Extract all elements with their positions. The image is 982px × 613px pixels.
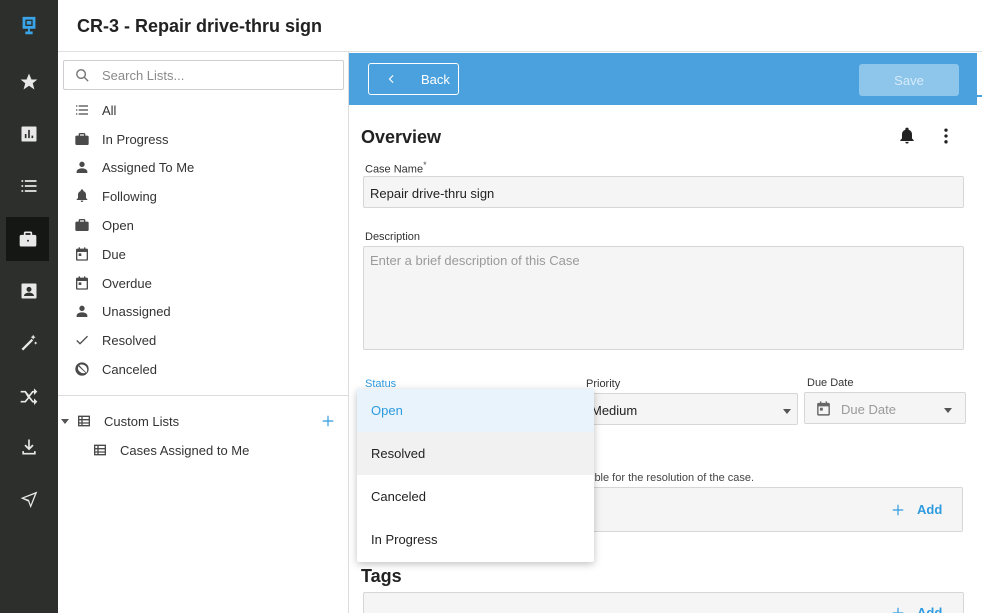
search-input[interactable]	[102, 65, 338, 85]
plus-icon	[322, 415, 334, 427]
list-item-label: Open	[102, 217, 134, 233]
list-icon[interactable]	[0, 164, 58, 208]
page-title: CR-3 - Repair drive-thru sign	[77, 16, 323, 36]
star-icon[interactable]	[0, 60, 58, 104]
case-name-label: Case Name*	[365, 160, 427, 176]
assignee-help-text: ible for the resolution of the case.	[592, 472, 755, 484]
list-item-label: All	[102, 102, 117, 118]
list-item-label: Canceled	[102, 361, 157, 377]
list-item-due[interactable]: Due	[74, 242, 126, 266]
add-tag-label: Add	[917, 605, 943, 613]
check-icon	[76, 335, 88, 345]
save-button[interactable]: Save	[859, 64, 959, 96]
briefcase-icon[interactable]	[6, 217, 49, 261]
list-item-open[interactable]: Open	[74, 213, 134, 237]
person-icon	[76, 161, 88, 173]
tags-title: Tags	[361, 566, 402, 586]
chart-icon[interactable]	[0, 112, 58, 156]
add-assignee-button[interactable]: Add	[891, 502, 942, 517]
follow-button[interactable]	[897, 126, 917, 146]
send-icon[interactable]	[0, 477, 58, 521]
add-label: Add	[917, 502, 943, 517]
back-button[interactable]: Back	[368, 63, 459, 95]
shuffle-icon[interactable]	[0, 373, 58, 417]
priority-value: Medium	[591, 403, 638, 418]
page-header: CR-3 - Repair drive-thru sign	[58, 0, 982, 52]
caret-down-icon	[783, 409, 791, 414]
due-date-placeholder: Due Date	[841, 402, 896, 417]
status-option-in-progress[interactable]: In Progress	[357, 518, 594, 561]
back-label: Back	[421, 71, 450, 87]
person-icon	[76, 305, 88, 317]
list-item-in-progress[interactable]: In Progress	[74, 127, 168, 151]
list-item-overdue[interactable]: Overdue	[74, 271, 152, 295]
status-dropdown: Open Resolved Canceled In Progress	[357, 389, 594, 562]
case-name-label-text: Case Name	[365, 163, 424, 176]
lists-panel: All In Progress Assigned To Me Following…	[58, 52, 349, 613]
add-tag-button[interactable]: Add	[891, 605, 942, 613]
briefcase-icon	[75, 133, 89, 145]
list-item-label: Following	[102, 188, 157, 204]
plus-icon	[892, 607, 904, 613]
app-rail	[0, 0, 58, 613]
status-option-canceled[interactable]: Canceled	[357, 475, 594, 518]
download-icon[interactable]	[0, 425, 58, 469]
list-item-label: Resolved	[102, 332, 157, 348]
required-mark: *	[423, 160, 427, 170]
case-name-field[interactable]: Repair drive-thru sign	[363, 176, 964, 208]
due-date-label: Due Date	[807, 377, 854, 389]
list-item-all[interactable]: All	[74, 98, 116, 122]
caret-down-icon[interactable]	[60, 416, 70, 426]
custom-lists-label: Custom Lists	[104, 413, 180, 429]
add-custom-list-button[interactable]	[319, 412, 337, 430]
caret-down-icon	[944, 408, 952, 413]
list-item-label: Overdue	[102, 275, 152, 291]
contact-icon[interactable]	[0, 269, 58, 313]
tab-indicator	[977, 53, 982, 105]
search-box[interactable]	[63, 60, 344, 90]
plus-icon	[892, 504, 904, 515]
list-item-label: Unassigned	[102, 303, 171, 319]
search-icon	[76, 69, 89, 82]
more-options-button[interactable]	[936, 126, 956, 146]
priority-select[interactable]: Medium	[584, 393, 798, 425]
detail-toolbar: Back Save	[349, 53, 977, 105]
table-list-icon	[94, 444, 106, 456]
calendar-icon	[76, 247, 88, 261]
tags-field: Add	[363, 592, 964, 613]
list-item-assigned-to-me[interactable]: Assigned To Me	[74, 155, 194, 179]
description-placeholder: Enter a brief description of this Case	[370, 253, 580, 268]
description-field[interactable]: Enter a brief description of this Case	[363, 246, 964, 350]
list-item-label: Due	[102, 246, 126, 262]
calendar-icon	[76, 276, 88, 290]
list-item-canceled[interactable]: Canceled	[74, 357, 157, 381]
table-list-icon	[78, 415, 90, 427]
more-vertical-icon	[944, 128, 948, 144]
list-item-unassigned[interactable]: Unassigned	[74, 299, 171, 323]
bell-icon	[900, 127, 914, 144]
case-name-value: Repair drive-thru sign	[370, 186, 495, 201]
custom-list-item[interactable]: Cases Assigned to Me	[92, 439, 249, 461]
assignee-field: Add	[584, 487, 963, 532]
list-item-label: Assigned To Me	[102, 159, 195, 175]
list-item-resolved[interactable]: Resolved	[74, 328, 156, 352]
block-icon	[75, 362, 89, 376]
description-label: Description	[365, 231, 421, 243]
wand-icon[interactable]	[0, 321, 58, 365]
list-icon	[76, 105, 88, 115]
status-option-open[interactable]: Open	[357, 389, 594, 432]
due-date-field[interactable]: Due Date	[804, 392, 966, 424]
list-item-label: In Progress	[102, 131, 169, 147]
custom-list-label: Cases Assigned to Me	[120, 442, 250, 458]
custom-lists-header[interactable]: Custom Lists	[60, 410, 179, 432]
section-title: Overview	[361, 127, 442, 147]
status-option-resolved[interactable]: Resolved	[357, 432, 594, 475]
briefcase-icon	[75, 219, 89, 231]
list-item-following[interactable]: Following	[74, 184, 157, 208]
divider	[58, 395, 349, 396]
logo-icon[interactable]	[0, 0, 58, 52]
bell-icon	[76, 189, 88, 202]
chevron-left-icon	[388, 75, 394, 83]
calendar-icon	[817, 401, 830, 416]
